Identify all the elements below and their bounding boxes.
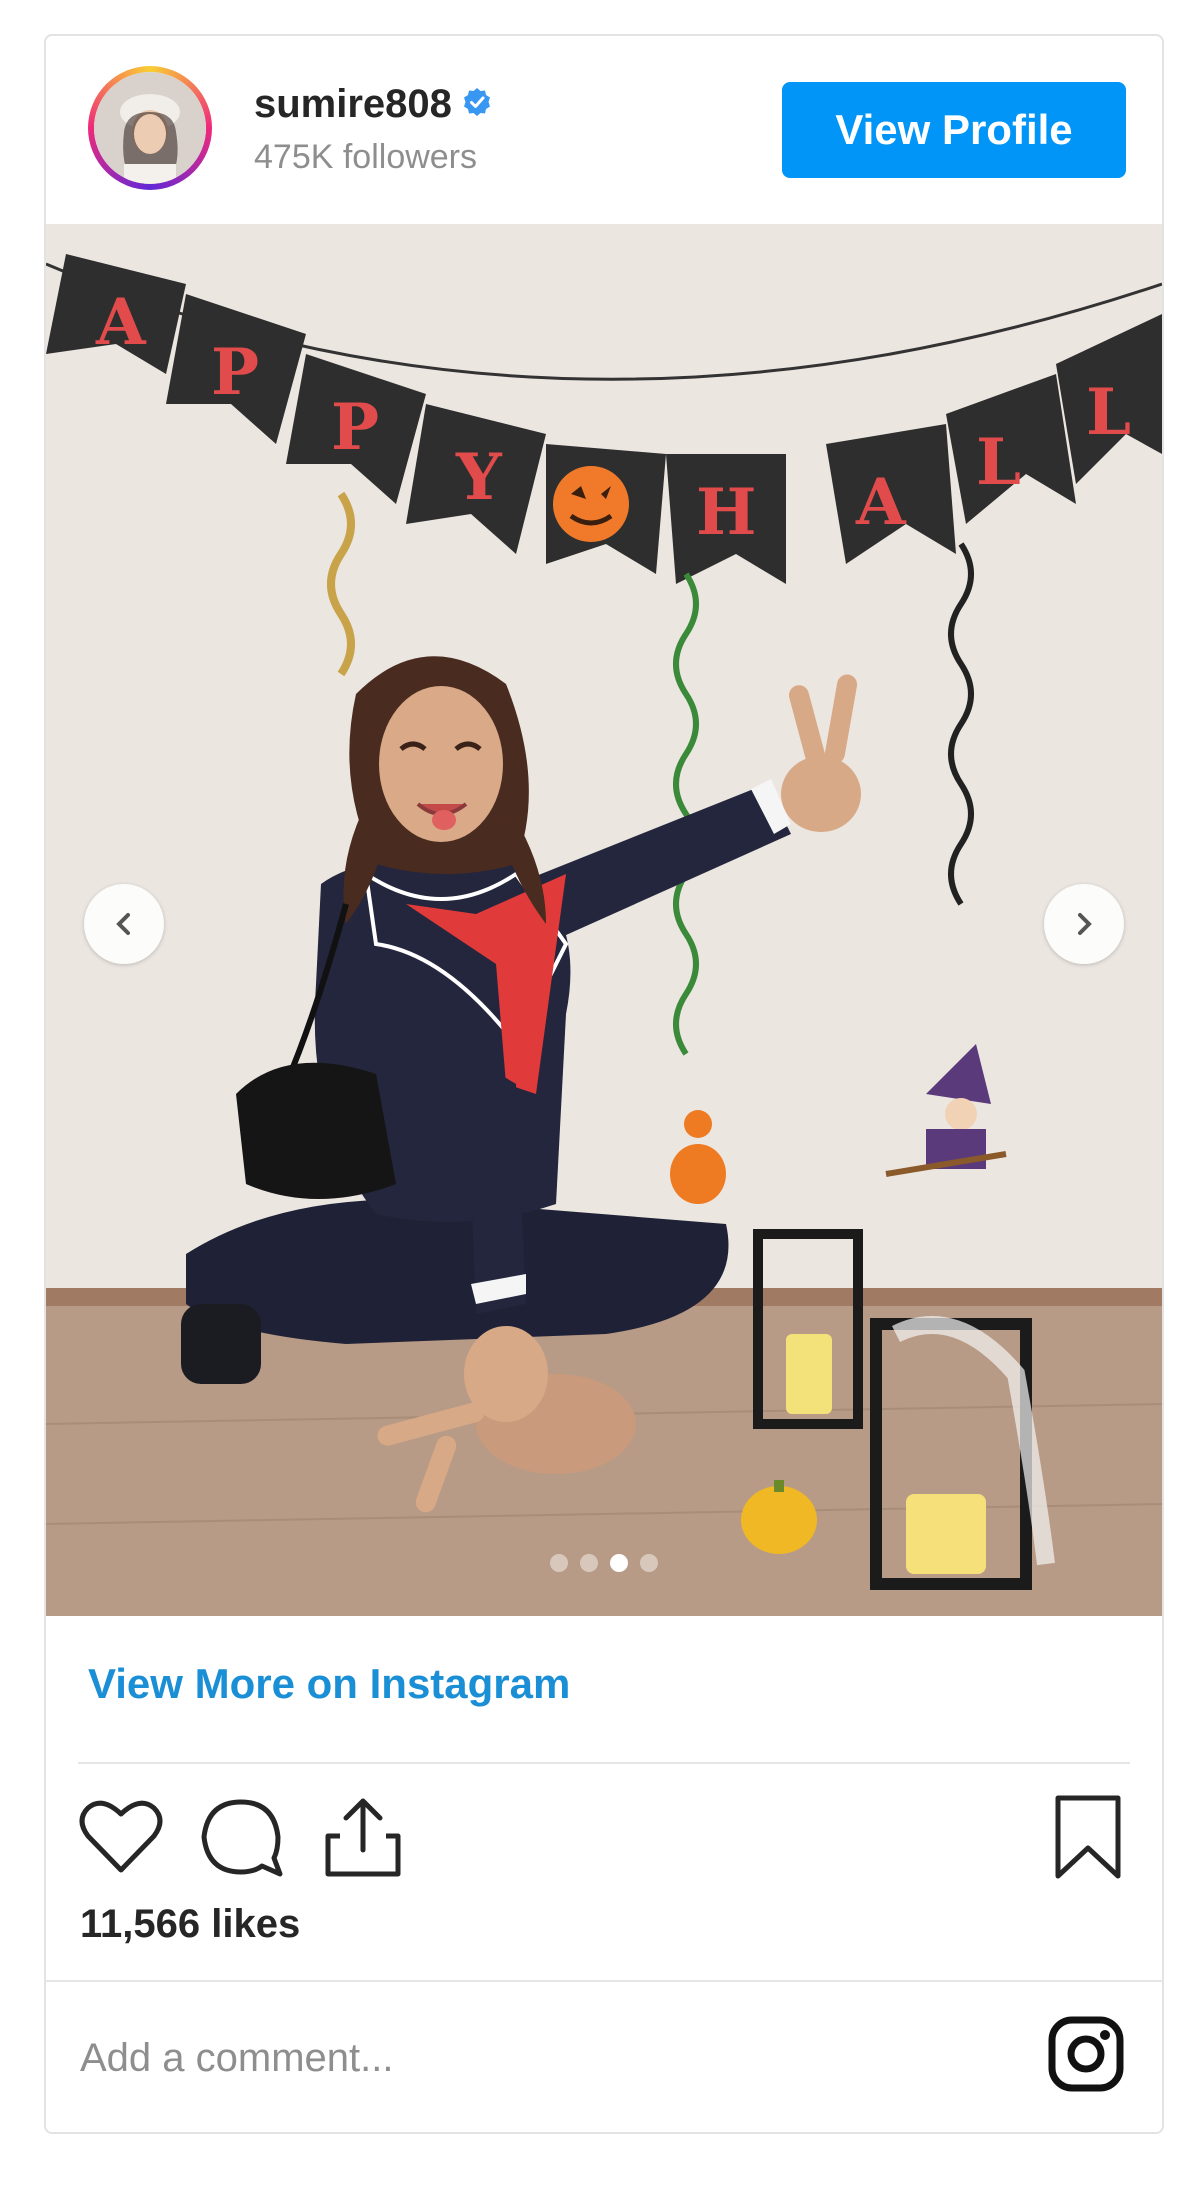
svg-text:A: A <box>95 285 147 360</box>
comment-bubble-icon[interactable] <box>196 1792 286 1887</box>
carousel-indicator <box>46 1554 1162 1572</box>
action-bar <box>46 1792 1162 1892</box>
view-more-link[interactable]: View More on Instagram <box>88 1660 570 1708</box>
svg-text:P: P <box>211 335 259 410</box>
view-profile-button[interactable]: View Profile <box>782 82 1126 178</box>
bookmark-icon[interactable] <box>1048 1792 1128 1887</box>
verified-badge-icon <box>462 87 492 122</box>
username[interactable]: sumire808 <box>254 82 452 127</box>
svg-text:Y: Y <box>455 440 503 515</box>
carousel-dot <box>640 1554 658 1572</box>
svg-text:L: L <box>976 425 1021 500</box>
chevron-right-icon <box>1078 913 1092 935</box>
share-icon[interactable] <box>318 1792 408 1887</box>
svg-text:A: A <box>855 465 907 540</box>
instagram-embed-card: sumire808 475K followers View Profile A … <box>44 34 1164 2134</box>
post-header: sumire808 475K followers View Profile <box>46 36 1162 224</box>
post-image[interactable]: A P P Y H A L L <box>46 224 1162 1616</box>
svg-text:P: P <box>331 390 379 465</box>
previous-slide-button[interactable] <box>84 884 164 964</box>
carousel-dot <box>610 1554 628 1572</box>
heart-icon[interactable] <box>76 1792 166 1887</box>
likes-count: 11,566 likes <box>80 1902 301 1946</box>
divider <box>78 1762 1130 1764</box>
svg-text:L: L <box>1086 375 1131 450</box>
divider <box>46 1980 1162 1982</box>
chevron-left-icon <box>116 913 130 935</box>
comment-input[interactable]: Add a comment... <box>80 2036 393 2081</box>
followers-count: 475K followers <box>254 138 478 176</box>
instagram-logo-icon[interactable] <box>1046 2014 1126 2099</box>
carousel-dot <box>580 1554 598 1572</box>
svg-text:H: H <box>696 475 756 550</box>
carousel-dot <box>550 1554 568 1572</box>
avatar[interactable] <box>88 66 212 190</box>
next-slide-button[interactable] <box>1044 884 1124 964</box>
